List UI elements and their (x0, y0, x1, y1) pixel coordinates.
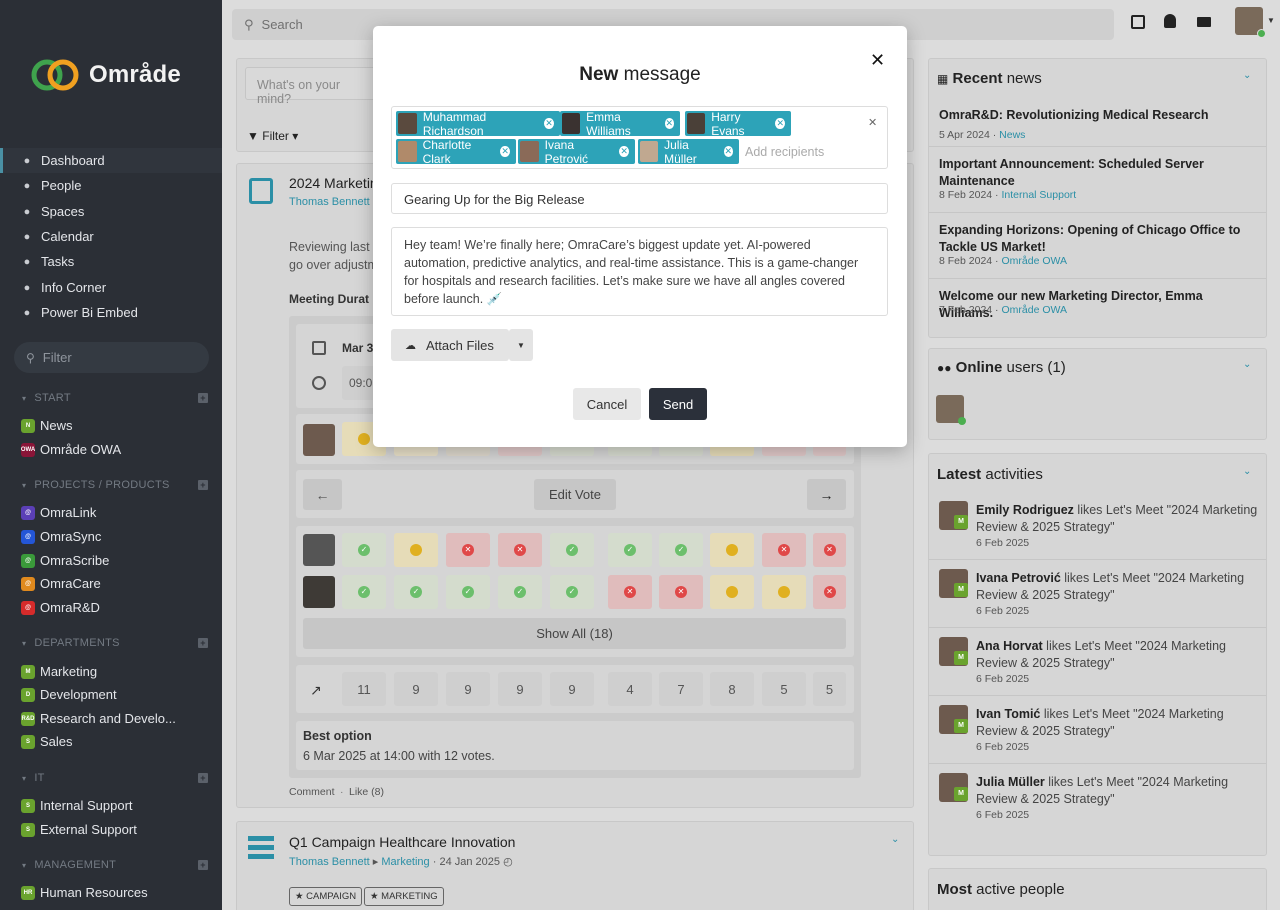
avatar (398, 141, 417, 162)
avatar (398, 113, 417, 134)
attach-files-label: Attach Files (426, 337, 494, 353)
recipients-field[interactable]: Muhammad Richardson ✕ Emma Williams ✕ Harry … (391, 106, 888, 169)
clear-recipients-icon[interactable]: ✕ (868, 116, 877, 129)
recipient-name: Ivana Petrović (544, 137, 589, 166)
recipient-chip[interactable]: Muhammad Richardson ✕ (396, 109, 560, 138)
send-button[interactable]: Send (649, 388, 707, 420)
message-body-textarea[interactable]: Hey team! We’re finally here; OmraCare’s… (391, 227, 888, 316)
recipient-chip[interactable]: Harry Evans ✕ (685, 109, 791, 138)
remove-recipient-icon[interactable]: ✕ (723, 146, 733, 157)
close-icon[interactable]: ✕ (870, 50, 885, 71)
remove-recipient-icon[interactable]: ✕ (544, 118, 555, 129)
avatar (562, 113, 581, 134)
subject-input[interactable]: Gearing Up for the Big Release (391, 183, 888, 214)
recipient-chip[interactable]: Ivana Petrović ✕ (518, 137, 635, 166)
remove-recipient-icon[interactable]: ✕ (664, 118, 674, 129)
recipient-name: Harry Evans (711, 109, 745, 138)
recipient-name: Julia Müller (664, 137, 697, 166)
attach-dropdown-button[interactable]: ▼ (509, 329, 533, 361)
avatar (520, 141, 539, 162)
remove-recipient-icon[interactable]: ✕ (619, 146, 629, 157)
new-message-modal: New message ✕ Muhammad Richardson ✕ Emma W… (373, 26, 907, 447)
recipient-name: Muhammad Richardson (422, 109, 487, 138)
cloud-upload-icon: ☁ (405, 339, 416, 352)
attach-files-button[interactable]: ☁ Attach Files (391, 329, 509, 361)
cancel-button[interactable]: Cancel (573, 388, 641, 420)
recipients-placeholder: Add recipients (745, 145, 825, 159)
remove-recipient-icon[interactable]: ✕ (500, 146, 510, 157)
remove-recipient-icon[interactable]: ✕ (775, 118, 785, 129)
recipient-chip[interactable]: Emma Williams ✕ (560, 109, 680, 138)
avatar (640, 141, 659, 162)
avatar (687, 113, 706, 134)
modal-title: New message (579, 64, 701, 85)
recipient-chip[interactable]: Charlotte Clark ✕ (396, 137, 516, 166)
recipient-name: Charlotte Clark (422, 137, 472, 166)
recipient-name: Emma Williams (586, 109, 631, 138)
recipient-chip[interactable]: Julia Müller ✕ (638, 137, 739, 166)
